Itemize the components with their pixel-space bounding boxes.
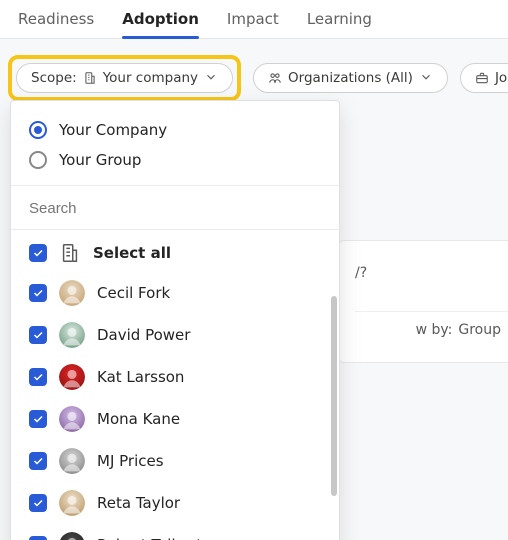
check-icon: [32, 497, 44, 509]
main-tabs: Readiness Adoption Impact Learning: [0, 0, 508, 39]
person-name: Kat Larsson: [97, 368, 184, 386]
tab-readiness[interactable]: Readiness: [18, 10, 94, 38]
check-icon: [32, 371, 44, 383]
select-all-row[interactable]: Select all: [11, 234, 339, 272]
people-list-scroll[interactable]: Select all Cecil Fork David Power Kat Lars…: [11, 230, 339, 540]
radio-indicator: [29, 151, 47, 169]
avatar: [59, 280, 85, 306]
background-panel: /? w by: Group: [338, 240, 508, 363]
checkbox-checked: [29, 284, 47, 302]
scope-dropdown-panel: Your Company Your Group Select all Cecil…: [10, 100, 340, 540]
person-row[interactable]: Robert Tolbert: [11, 524, 339, 540]
orgs-label: Organizations (All): [288, 70, 413, 86]
jobfn-label: Job function (All): [495, 70, 508, 86]
radio-your-company[interactable]: Your Company: [29, 115, 321, 145]
jobfunction-filter-pill[interactable]: Job function (All): [460, 63, 508, 93]
bg-question-text: /?: [355, 265, 508, 311]
check-icon: [32, 413, 44, 425]
scope-value: Your company: [103, 70, 198, 86]
scope-highlight: Scope: Your company: [8, 55, 241, 101]
avatar: [59, 406, 85, 432]
search-input[interactable]: [29, 200, 321, 217]
radio-label: Your Group: [59, 151, 141, 169]
scope-filter-pill[interactable]: Scope: Your company: [16, 63, 233, 93]
tab-impact[interactable]: Impact: [227, 10, 279, 38]
tab-learning[interactable]: Learning: [307, 10, 372, 38]
person-row[interactable]: Cecil Fork: [11, 272, 339, 314]
person-name: MJ Prices: [97, 452, 164, 470]
checkbox-checked: [29, 244, 47, 262]
scope-radio-group: Your Company Your Group: [11, 101, 339, 185]
person-name: Robert Tolbert: [97, 536, 202, 540]
tab-adoption[interactable]: Adoption: [122, 10, 199, 38]
person-row[interactable]: MJ Prices: [11, 440, 339, 482]
organizations-filter-pill[interactable]: Organizations (All): [253, 63, 448, 93]
briefcase-icon: [475, 71, 489, 85]
org-icon: [268, 71, 282, 85]
person-row[interactable]: Mona Kane: [11, 398, 339, 440]
person-name: Cecil Fork: [97, 284, 170, 302]
select-all-label: Select all: [93, 244, 171, 262]
radio-label: Your Company: [59, 121, 167, 139]
person-row[interactable]: Kat Larsson: [11, 356, 339, 398]
checkbox-checked: [29, 410, 47, 428]
check-icon: [32, 287, 44, 299]
checkbox-checked: [29, 494, 47, 512]
person-row[interactable]: Reta Taylor: [11, 482, 339, 524]
person-name: David Power: [97, 326, 190, 344]
checkbox-checked: [29, 536, 47, 540]
check-icon: [32, 247, 44, 259]
avatar: [59, 490, 85, 516]
check-icon: [32, 455, 44, 467]
chevron-down-icon: [419, 70, 433, 84]
view-by-control[interactable]: w by: Group: [355, 311, 508, 338]
viewby-label: w by:: [416, 322, 453, 338]
people-list: Select all Cecil Fork David Power Kat Lars…: [11, 230, 339, 540]
scope-search: [11, 185, 339, 230]
building-icon: [59, 242, 81, 264]
avatar: [59, 448, 85, 474]
check-icon: [32, 329, 44, 341]
chevron-down-icon: [204, 70, 218, 84]
checkbox-checked: [29, 452, 47, 470]
avatar: [59, 322, 85, 348]
person-name: Reta Taylor: [97, 494, 180, 512]
radio-indicator: [29, 121, 47, 139]
viewby-value: Group: [458, 322, 501, 338]
building-icon: [83, 71, 97, 85]
checkbox-checked: [29, 326, 47, 344]
person-name: Mona Kane: [97, 410, 180, 428]
avatar: [59, 532, 85, 540]
person-row[interactable]: David Power: [11, 314, 339, 356]
checkbox-checked: [29, 368, 47, 386]
scope-prefix: Scope:: [31, 70, 77, 86]
radio-your-group[interactable]: Your Group: [29, 145, 321, 175]
avatar: [59, 364, 85, 390]
